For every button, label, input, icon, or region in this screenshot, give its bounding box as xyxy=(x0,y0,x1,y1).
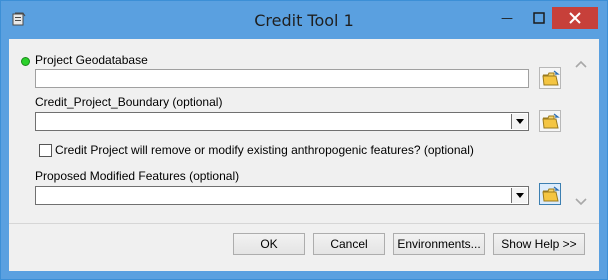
browse-gdb-button[interactable] xyxy=(539,67,561,89)
dialog-body: Project Geodatabase Credit_Project_Bound… xyxy=(9,39,599,271)
vertical-scrollbar[interactable] xyxy=(571,47,591,223)
modified-features-label: Proposed Modified Features (optional) xyxy=(35,169,240,183)
open-folder-icon xyxy=(542,186,560,202)
close-button[interactable] xyxy=(552,7,598,29)
ok-button[interactable]: OK xyxy=(233,233,305,255)
close-icon xyxy=(569,12,581,24)
required-indicator-icon xyxy=(21,57,30,66)
open-folder-icon xyxy=(542,70,560,86)
anthropogenic-checkbox-label: Credit Project will remove or modify exi… xyxy=(55,143,474,157)
modified-features-combobox[interactable] xyxy=(35,186,529,205)
maximize-icon xyxy=(533,12,545,24)
environments-button[interactable]: Environments... xyxy=(393,233,485,255)
dropdown-arrow-icon[interactable] xyxy=(511,188,527,203)
anthropogenic-checkbox[interactable] xyxy=(39,144,52,157)
button-separator xyxy=(9,223,599,224)
minimize-button[interactable]: — xyxy=(493,7,521,29)
dropdown-arrow-icon[interactable] xyxy=(511,114,527,129)
scroll-up-icon[interactable] xyxy=(575,59,587,71)
browse-boundary-button[interactable] xyxy=(539,110,561,132)
credit-tool-dialog: Credit Tool 1 — Project Geodatabase Cred… xyxy=(0,0,608,280)
title-bar[interactable]: Credit Tool 1 — xyxy=(1,1,607,39)
boundary-label: Credit_Project_Boundary (optional) xyxy=(35,95,223,109)
project-gdb-label: Project Geodatabase xyxy=(35,53,148,67)
cancel-button[interactable]: Cancel xyxy=(313,233,385,255)
project-gdb-input[interactable] xyxy=(35,69,529,88)
browse-modified-features-button[interactable] xyxy=(539,183,561,205)
scroll-down-icon[interactable] xyxy=(575,195,587,207)
parameters-panel: Project Geodatabase Credit_Project_Bound… xyxy=(15,47,571,223)
boundary-combobox[interactable] xyxy=(35,112,529,131)
show-help-button[interactable]: Show Help >> xyxy=(493,233,585,255)
open-folder-icon xyxy=(542,113,560,129)
maximize-button[interactable] xyxy=(525,7,553,29)
